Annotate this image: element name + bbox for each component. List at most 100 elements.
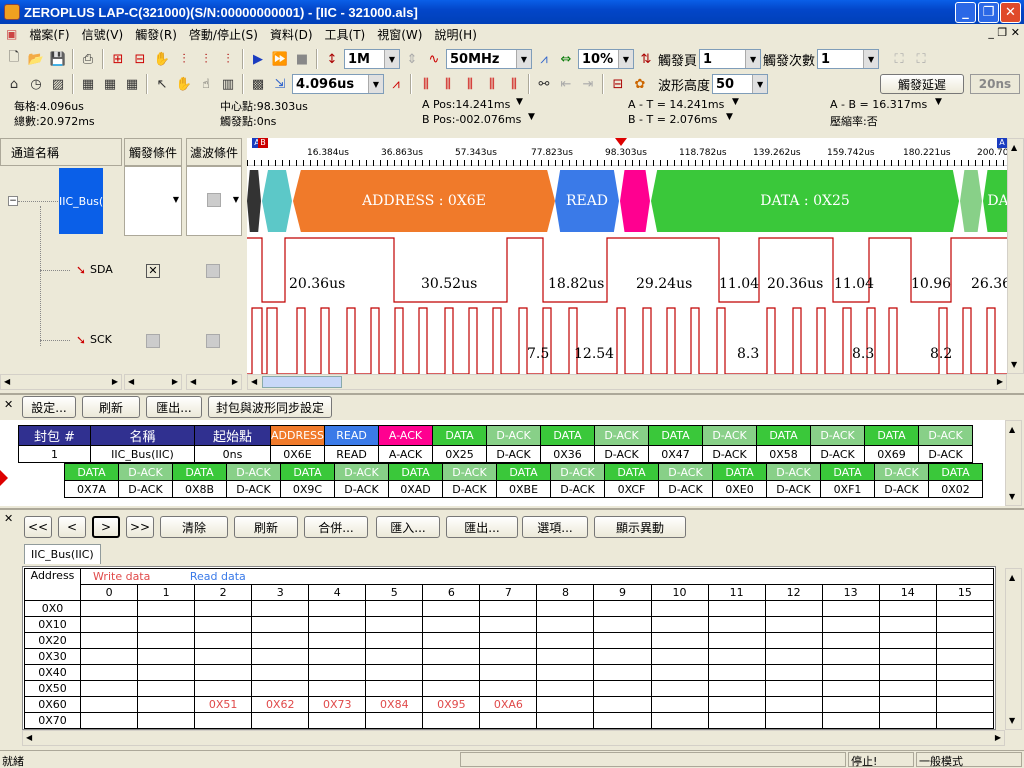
memory-cell[interactable] [935, 632, 995, 649]
memory-cell[interactable] [422, 648, 481, 665]
memory-cell[interactable] [707, 632, 766, 649]
sck-filter-icon[interactable] [206, 334, 220, 348]
memory-cell[interactable] [764, 680, 823, 697]
memory-cell[interactable] [878, 712, 937, 729]
packet-pane-close-icon[interactable]: ✕ [4, 398, 13, 411]
memory-cell[interactable] [821, 680, 880, 697]
memory-cell[interactable] [878, 696, 937, 713]
options-button[interactable]: 選項... [522, 516, 588, 538]
packet-field-value[interactable]: 0X02 [928, 480, 983, 498]
grid-a-icon[interactable]: ▦ [78, 74, 98, 94]
mdi-controls[interactable]: _ ❐ ✕ [988, 26, 1020, 39]
memory-cell[interactable] [650, 616, 709, 633]
packet-field-value[interactable]: 0X7A [64, 480, 119, 498]
bar-5-icon[interactable]: ⫼ [504, 74, 524, 94]
memory-cell[interactable] [707, 616, 766, 633]
packet-refresh-button[interactable]: 刷新 [82, 396, 140, 418]
filter-condition-header[interactable]: 濾波條件 [186, 138, 242, 166]
bar-3-icon[interactable]: ⫼ [460, 74, 480, 94]
memory-cell[interactable] [707, 712, 766, 729]
trigger-condition-header[interactable]: 觸發條件 [124, 138, 182, 166]
memory-cell[interactable] [878, 632, 937, 649]
waveform-area[interactable]: A B A 16.384us 36.863us 57.343us 77.823u… [247, 138, 1007, 376]
bus-filter-select[interactable]: ▼ [186, 166, 242, 236]
packet-field-value[interactable]: D-ACK [442, 480, 497, 498]
memory-cell[interactable] [479, 632, 538, 649]
memory-cell[interactable] [365, 664, 424, 681]
menu-file[interactable]: 檔案(F) [23, 26, 75, 43]
grab-icon[interactable]: ✋ [174, 74, 194, 94]
memory-cell[interactable] [707, 680, 766, 697]
grid-c-icon[interactable]: ▦ [122, 74, 142, 94]
open-icon[interactable]: 📂 [26, 49, 46, 69]
import-button[interactable]: 匯入... [376, 516, 440, 538]
channel-name-header[interactable]: 通道名稱 [0, 138, 122, 166]
trigger-c-icon[interactable]: ⫶ [218, 49, 238, 69]
packet-field-value[interactable]: D-ACK [334, 480, 389, 498]
memory-cell[interactable] [878, 600, 937, 617]
stop-icon[interactable]: ■ [292, 49, 312, 69]
memory-cell[interactable] [821, 664, 880, 681]
memory-cell[interactable] [194, 632, 253, 649]
memory-cell[interactable] [935, 600, 995, 617]
bus-packet-data-next[interactable]: DA [983, 170, 1007, 232]
packet-field-value[interactable]: D-ACK [874, 480, 929, 498]
memory-cell[interactable] [80, 664, 139, 681]
memory-cell[interactable] [308, 616, 367, 633]
memory-cell[interactable]: 0XA6 [479, 696, 538, 713]
cursor-end-marker[interactable]: A [997, 138, 1007, 148]
bar-1-icon[interactable]: ⫼ [416, 74, 436, 94]
memory-cell[interactable] [821, 648, 880, 665]
packet-vscrollbar[interactable]: ▲ ▼ [1005, 420, 1022, 506]
memory-cell[interactable] [935, 616, 995, 633]
bar-2-icon[interactable]: ⫼ [438, 74, 458, 94]
memory-cell[interactable] [650, 680, 709, 697]
memory-cell[interactable] [422, 712, 481, 729]
memory-cell[interactable] [593, 712, 652, 729]
memory-cell[interactable] [707, 600, 766, 617]
close-button[interactable]: ✕ [1000, 2, 1021, 23]
memory-cell[interactable] [878, 648, 937, 665]
memory-cell[interactable] [650, 600, 709, 617]
memory-cell[interactable] [422, 600, 481, 617]
maximize-button[interactable]: ❐ [978, 2, 999, 23]
packet-field-value[interactable]: 0X6E [269, 445, 326, 463]
memory-cell[interactable] [137, 632, 196, 649]
packet-field-value[interactable]: 0XAD [388, 480, 443, 498]
bus-channel-label[interactable]: IIC_Bus(IIC) [59, 168, 103, 234]
memory-cell[interactable] [365, 632, 424, 649]
memory-cell[interactable] [422, 680, 481, 697]
memory-cell[interactable] [650, 664, 709, 681]
trigger-delay-button[interactable]: 觸發延遲 [880, 74, 964, 94]
next-page-button[interactable]: > [92, 516, 120, 538]
packet-field-value[interactable]: D-ACK [766, 480, 821, 498]
memory-cell[interactable] [536, 600, 595, 617]
memory-cell[interactable] [821, 632, 880, 649]
memory-cell[interactable] [707, 664, 766, 681]
menu-window[interactable]: 視窗(W) [371, 26, 428, 43]
packet-field-value[interactable]: 0X47 [648, 445, 704, 463]
trigger-a-icon[interactable]: ⫶ [174, 49, 194, 69]
memory-cell[interactable] [764, 696, 823, 713]
sda-channel-label[interactable]: SDA [90, 263, 113, 276]
memory-cell[interactable] [365, 600, 424, 617]
packet-field-value[interactable]: D-ACK [486, 445, 542, 463]
memory-cell[interactable] [137, 648, 196, 665]
memory-cell[interactable] [137, 680, 196, 697]
bus-packet-address[interactable]: ADDRESS : 0X6E [293, 170, 555, 232]
memory-cell[interactable] [251, 616, 310, 633]
b-pos-arrow-icon[interactable]: ▼ [528, 112, 535, 122]
packet-field-value[interactable]: D-ACK [918, 445, 974, 463]
memory-cell[interactable] [935, 680, 995, 697]
memory-cell[interactable]: 0X84 [365, 696, 424, 713]
memory-cell[interactable] [536, 664, 595, 681]
cursor-b-marker[interactable]: B [258, 138, 268, 148]
memory-cell[interactable] [365, 616, 424, 633]
decode-icon[interactable]: ✿ [630, 74, 650, 94]
memory-cell[interactable] [650, 712, 709, 729]
memory-cell[interactable] [194, 616, 253, 633]
run-icon[interactable]: ▶ [248, 49, 268, 69]
memory-cell[interactable] [194, 648, 253, 665]
memory-cell[interactable] [536, 680, 595, 697]
memory-cell[interactable] [479, 680, 538, 697]
